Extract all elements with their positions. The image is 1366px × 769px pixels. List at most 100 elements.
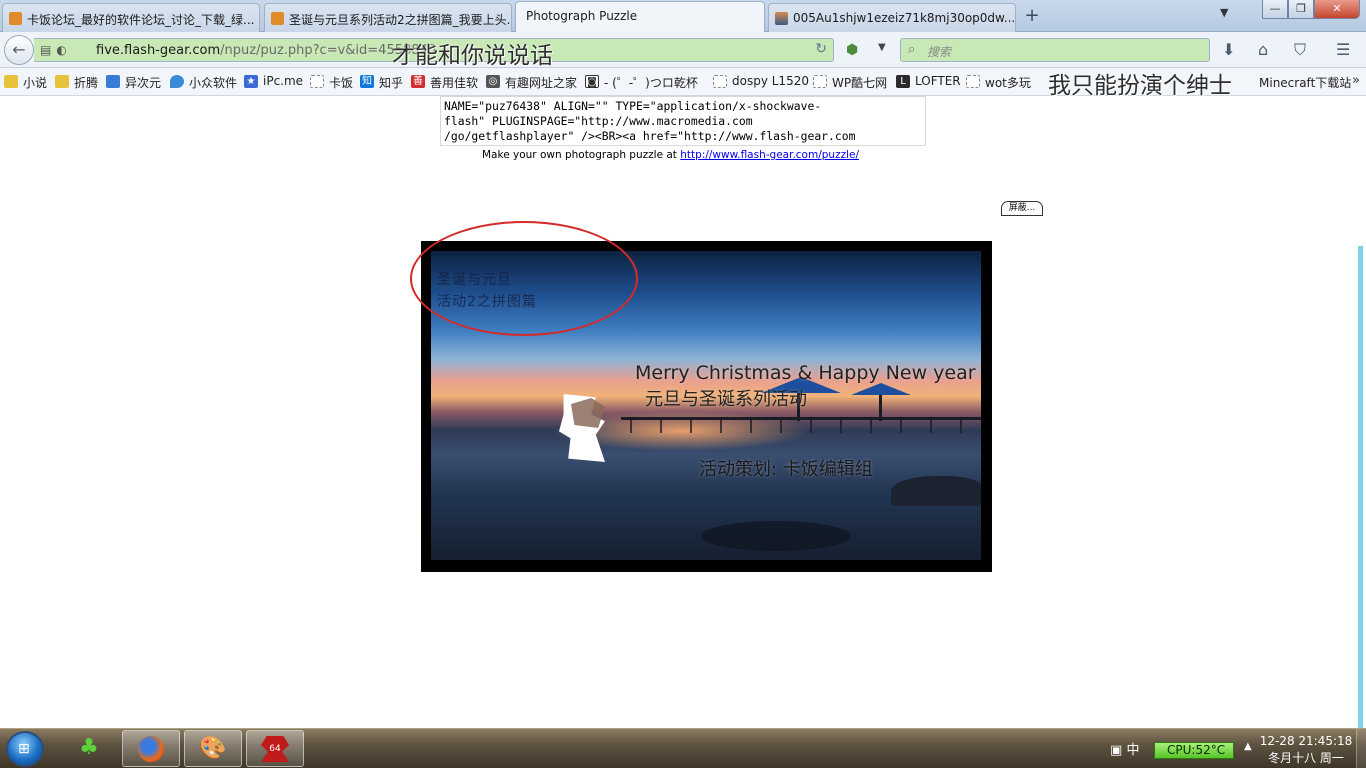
url-host: five.flash-gear.com: [96, 43, 221, 58]
bookmark-label: 小众软件: [189, 76, 238, 90]
tab-label: 005Au1shjw1ezeiz71k8mj30op0dw...: [793, 11, 1016, 25]
flash-gear-puzzle-link[interactable]: http://www.flash-gear.com/puzzle/: [680, 149, 859, 161]
taskbar-app-puzzle[interactable]: 64: [246, 730, 304, 767]
bookmark-label: - (゜-゜)つロ乾杯: [604, 76, 698, 90]
show-desktop-button[interactable]: [1356, 729, 1366, 769]
block-button[interactable]: 屏蔽...: [1001, 201, 1043, 216]
bookmark-novel[interactable]: 小说: [4, 74, 47, 91]
bookmark-label: LOFTER: [915, 74, 961, 88]
bookmark-zhihu[interactable]: 知知乎: [360, 74, 403, 91]
home-icon[interactable]: ⌂: [1258, 40, 1268, 59]
app-badge: 64: [261, 736, 289, 762]
kafan-favicon-icon: [9, 12, 22, 25]
tab-image[interactable]: 005Au1shjw1ezeiz71k8mj30op0dw...: [768, 3, 1016, 32]
puzzle-title-en: Merry Christmas & Happy New year: [635, 362, 976, 384]
bookmark-minecraft[interactable]: Minecraft下载站: [1240, 74, 1351, 91]
bookmark-label: 有趣网址之家: [505, 76, 578, 90]
droplet-icon: [170, 75, 184, 88]
bookmark-label: Minecraft下载站: [1259, 76, 1352, 90]
bookmark-wp7[interactable]: WP酷七网: [813, 74, 887, 91]
red-annotation-circle: [410, 221, 638, 336]
back-button[interactable]: ←: [4, 35, 34, 65]
clock-date: 冬月十八 周一: [1268, 751, 1344, 765]
bookmark-label: 知乎: [379, 76, 404, 90]
tab-puzzle-event[interactable]: 圣诞与元旦系列活动2之拼图篇_我要上头...: [264, 3, 512, 32]
folder-icon: [4, 75, 18, 88]
code-line: NAME="puz76438" ALIGN="" TYPE="applicati…: [444, 99, 822, 113]
bookmark-label: iPc.me: [263, 74, 304, 88]
chevron-down-icon[interactable]: ▼: [878, 42, 886, 53]
taskbar-app-paint[interactable]: 🎨: [184, 730, 242, 767]
bookmarks-overflow-button[interactable]: »: [1352, 73, 1360, 88]
taskbar-app-clover[interactable]: ♣: [60, 730, 118, 767]
paint-icon: 🎨: [199, 736, 227, 761]
bookmark-iplaysoft[interactable]: 异次元: [106, 74, 161, 91]
bookmark-dospy[interactable]: dospy L1520: [713, 74, 809, 88]
ime-indicator[interactable]: 中: [1126, 743, 1139, 758]
minimize-button[interactable]: —: [1262, 0, 1288, 19]
firefox-icon: [123, 731, 179, 766]
system-clock[interactable]: 12-28 21:45:18 冬月十八 周一: [1258, 733, 1354, 767]
page-icon: [966, 75, 980, 88]
lofter-icon: L: [896, 75, 910, 88]
compass-icon: ◎: [486, 75, 500, 88]
tray-icons[interactable]: ▣ 中: [1110, 739, 1139, 758]
star-icon: ★: [244, 75, 258, 88]
close-button[interactable]: ✕: [1314, 0, 1360, 19]
url-text[interactable]: five.flash-gear.com/npuz/puz.php?c=v&id=…: [96, 43, 436, 58]
clover-icon: ♣: [79, 735, 99, 760]
reload-icon[interactable]: ↻: [815, 41, 827, 57]
tab-kafan-forum[interactable]: 卡饭论坛_最好的软件论坛_讨论_下载_绿...: [2, 3, 260, 32]
clock-time: 12-28 21:45:18: [1259, 734, 1353, 748]
page-icon: [310, 75, 324, 88]
bookmark-label: wot多玩: [985, 76, 1031, 90]
scrollbar-strip[interactable]: [1358, 246, 1363, 728]
bookmark-label: 异次元: [125, 76, 162, 90]
code-line: flash" PLUGINSPAGE="http://www.macromedi…: [444, 114, 753, 128]
rocks: [891, 476, 981, 506]
bookmark-kafan[interactable]: 卡饭: [310, 74, 353, 91]
download-icon[interactable]: ⬇: [1222, 40, 1235, 59]
bookmark-label: 善用佳软: [430, 76, 479, 90]
bookmark-ipcme[interactable]: ★ iPc.me: [244, 74, 303, 88]
embed-code-textarea[interactable]: NAME="puz76438" ALIGN="" TYPE="applicati…: [440, 96, 926, 146]
network-icon[interactable]: ▣: [1110, 743, 1122, 758]
bookmark-shanyong[interactable]: 善善用佳软: [411, 74, 478, 91]
search-bar[interactable]: ⌕ 搜索: [900, 38, 1210, 62]
tv-icon: ◙: [585, 75, 599, 88]
bookmark-label: dospy L1520: [732, 74, 809, 88]
page-icon: [713, 75, 727, 88]
tab-label: 圣诞与元旦系列活动2之拼图篇_我要上头...: [289, 13, 512, 27]
pocket-icon[interactable]: ⛉: [1294, 40, 1306, 60]
cpu-temperature-badge[interactable]: CPU:52°C: [1154, 742, 1234, 759]
addon-icon[interactable]: ⬢: [846, 42, 858, 58]
tab-photograph-puzzle[interactable]: Photograph Puzzle: [515, 1, 765, 33]
puzzle-64-icon: 64: [247, 731, 303, 766]
bookmark-wot[interactable]: wot多玩: [966, 74, 1031, 91]
maximize-button[interactable]: ❐: [1288, 0, 1314, 19]
windows-taskbar: ⊞ ♣ 🎨 64 ▣ 中 CPU:52°C ▲ 12-28 21:45:18 冬…: [0, 728, 1366, 769]
bookmark-tinker[interactable]: 折腾: [55, 74, 98, 91]
identity-icon[interactable]: ▤◐: [40, 43, 72, 57]
bookmark-label: 卡饭: [329, 76, 354, 90]
new-tab-button[interactable]: +: [1020, 4, 1044, 28]
shanyong-icon: 善: [411, 75, 425, 88]
tray-expand-icon[interactable]: ▲: [1244, 741, 1252, 752]
kafan-favicon-icon: [271, 12, 284, 25]
menu-icon[interactable]: ☰: [1336, 40, 1350, 59]
bookmark-appinn[interactable]: 小众软件: [170, 74, 237, 91]
bookmark-label: 折腾: [74, 76, 99, 90]
tab-list-button[interactable]: ▼: [1220, 6, 1228, 19]
lyric-overlay-right: 我只能扮演个绅士: [1048, 73, 1232, 99]
caption-text: Make your own photograph puzzle at: [482, 149, 677, 161]
bookmark-lofter[interactable]: L LOFTER: [896, 74, 961, 88]
search-placeholder: 搜索: [927, 45, 952, 59]
lyric-overlay-center: 才能和你说说话: [392, 43, 553, 69]
bookmark-acfun[interactable]: ◙ - (゜-゜)つロ乾杯: [585, 74, 698, 91]
puzzle-title-cn: 元旦与圣诞系列活动: [645, 389, 807, 410]
tab-strip: 卡饭论坛_最好的软件论坛_讨论_下载_绿... 圣诞与元旦系列活动2之拼图篇_我…: [0, 0, 1366, 33]
taskbar-app-firefox[interactable]: [122, 730, 180, 767]
bookmark-label: 小说: [23, 76, 48, 90]
bookmark-youqu[interactable]: ◎ 有趣网址之家: [486, 74, 577, 91]
image-icon: [106, 75, 120, 88]
